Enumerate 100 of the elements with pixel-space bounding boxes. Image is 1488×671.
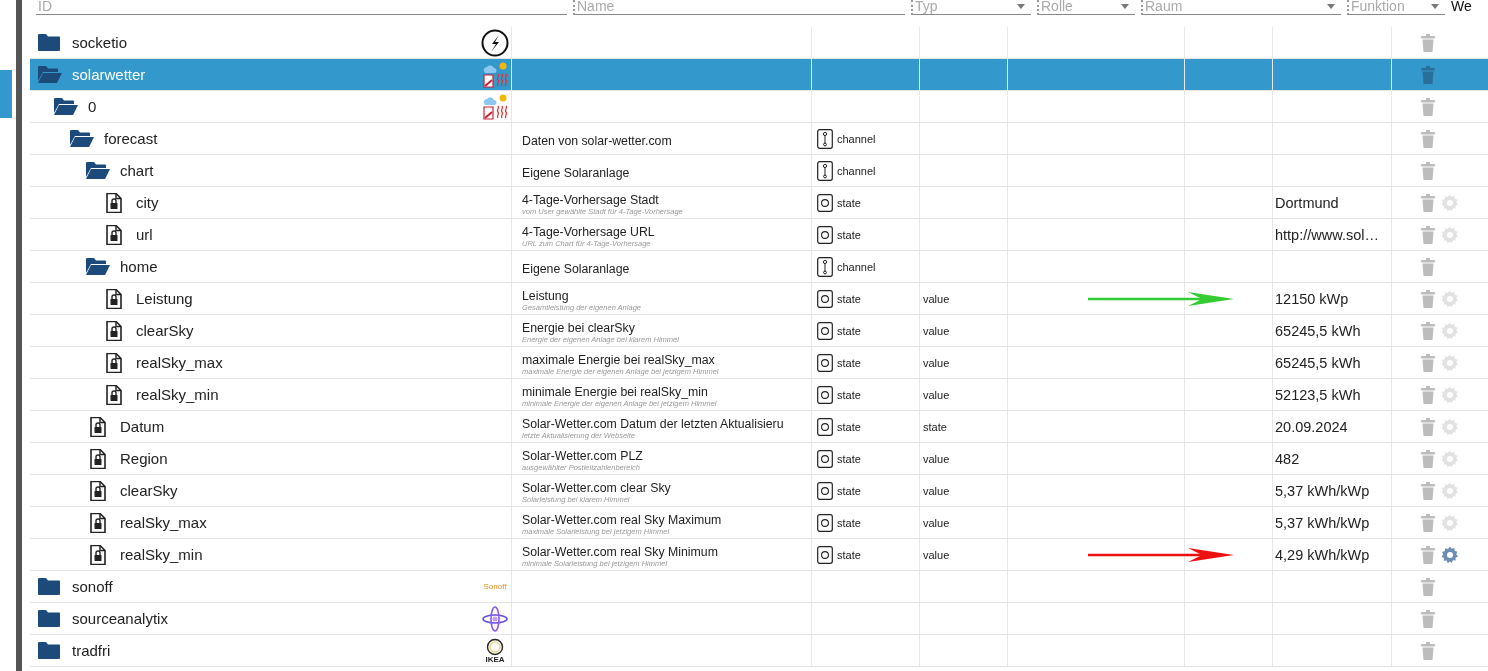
delete-icon[interactable] — [1421, 577, 1435, 596]
object-id: socketio — [72, 34, 129, 51]
delete-icon[interactable] — [1421, 449, 1435, 468]
object-role: state — [923, 420, 947, 433]
object-type: channel — [837, 164, 876, 177]
open-folder-icon[interactable] — [70, 129, 94, 148]
object-type: state — [837, 292, 861, 305]
delete-icon[interactable] — [1421, 65, 1435, 84]
delete-icon[interactable] — [1421, 193, 1435, 212]
tree-row[interactable]: sonoff Sonoff — [30, 571, 1488, 603]
object-role: value — [923, 356, 950, 369]
state-icon — [817, 449, 833, 468]
object-id: sourceanalytix — [72, 610, 169, 627]
object-value: 12150 kWp — [1275, 290, 1349, 307]
state-icon — [817, 385, 833, 404]
tree-row[interactable]: 0 — [30, 91, 1488, 123]
state-icon — [817, 513, 833, 532]
object-value: http://www.sol… — [1275, 226, 1379, 243]
delete-icon[interactable] — [1421, 97, 1435, 116]
delete-icon[interactable] — [1421, 609, 1435, 628]
delete-icon[interactable] — [1421, 641, 1435, 660]
sidebar-tab[interactable] — [0, 70, 12, 118]
object-name: 4-Tage-Vorhersage URL — [522, 224, 656, 239]
channel-icon — [817, 256, 833, 277]
delete-icon[interactable] — [1421, 353, 1435, 372]
object-role: value — [923, 324, 950, 337]
brand-logo: Sonoff — [483, 582, 507, 591]
ring-icon — [486, 637, 504, 656]
object-name: Eigene Solaranlage — [522, 165, 631, 180]
locked-file-icon — [90, 512, 106, 533]
object-name: Solar-Wetter.com PLZ — [522, 448, 644, 463]
object-name: Eigene Solaranlage — [522, 261, 631, 276]
delete-icon[interactable] — [1421, 289, 1435, 308]
object-id: clearSky — [136, 322, 195, 339]
tree-row[interactable]: sourceanalytix — [30, 603, 1488, 635]
object-id: Region — [120, 450, 169, 467]
object-value: 65245,5 kWh — [1275, 322, 1361, 339]
locked-file-icon — [106, 352, 122, 373]
locked-file-icon — [106, 320, 122, 341]
object-id: chart — [120, 162, 155, 179]
locked-file-icon — [106, 192, 122, 213]
delete-icon[interactable] — [1421, 385, 1435, 404]
folder-icon[interactable] — [38, 609, 62, 628]
delete-icon[interactable] — [1421, 545, 1435, 564]
object-id: forecast — [104, 130, 159, 147]
settings-icon[interactable] — [1441, 545, 1459, 564]
object-id: Datum — [120, 418, 166, 435]
object-type: state — [837, 516, 861, 529]
delete-icon[interactable] — [1421, 257, 1435, 276]
state-icon — [817, 545, 833, 564]
tree-row[interactable]: forecast Daten von solar-wetter.com channel — [30, 123, 1488, 155]
state-icon — [817, 321, 833, 340]
delete-icon[interactable] — [1421, 225, 1435, 244]
open-folder-icon[interactable] — [86, 257, 110, 276]
state-icon — [817, 289, 833, 308]
object-name: Solar-Wetter.com real Sky Maximum — [522, 512, 723, 527]
object-type: state — [837, 356, 861, 369]
locked-file-icon — [106, 288, 122, 309]
object-type: state — [837, 196, 861, 209]
delete-icon[interactable] — [1421, 481, 1435, 500]
object-id: clearSky — [120, 482, 179, 499]
locked-file-icon — [90, 416, 106, 437]
object-type: state — [837, 388, 861, 401]
delete-icon[interactable] — [1421, 321, 1435, 340]
column-header: We — [1451, 0, 1473, 16]
object-id: sonoff — [72, 578, 114, 595]
object-name: maximale Energie bei realSky_max — [522, 352, 716, 367]
tree-row[interactable]: home Eigene Solaranlage channel — [30, 251, 1488, 283]
object-type: state — [837, 452, 861, 465]
brand-logo: IKEA — [485, 637, 505, 664]
object-id: realSky_min — [136, 386, 220, 403]
state-icon — [817, 353, 833, 372]
locked-file-icon — [90, 544, 106, 565]
delete-icon[interactable] — [1421, 129, 1435, 148]
open-folder-icon[interactable] — [86, 161, 110, 180]
tree-row[interactable]: chart Eigene Solaranlage channel — [30, 155, 1488, 187]
locked-file-icon — [106, 384, 122, 405]
object-type: state — [837, 548, 861, 561]
folder-icon[interactable] — [38, 33, 62, 52]
tree-row[interactable]: tradfri IKEA — [30, 635, 1488, 667]
folder-icon[interactable] — [38, 641, 62, 660]
object-type: state — [837, 420, 861, 433]
state-icon — [817, 193, 833, 212]
object-name: minimale Energie bei realSky_min — [522, 384, 709, 399]
object-type: channel — [837, 260, 876, 273]
object-name: Daten von solar-wetter.com — [522, 133, 673, 148]
channel-icon — [817, 160, 833, 181]
open-folder-icon[interactable] — [54, 97, 78, 116]
object-type: state — [837, 484, 861, 497]
object-id: 0 — [88, 98, 98, 115]
delete-icon[interactable] — [1421, 33, 1435, 52]
delete-icon[interactable] — [1421, 161, 1435, 180]
object-role: value — [923, 484, 950, 497]
delete-icon[interactable] — [1421, 513, 1435, 532]
delete-icon[interactable] — [1421, 417, 1435, 436]
object-type: state — [837, 228, 861, 241]
state-icon — [817, 225, 833, 244]
object-value: 482 — [1275, 450, 1300, 467]
caret-icon — [1327, 4, 1335, 9]
folder-icon[interactable] — [38, 577, 62, 596]
